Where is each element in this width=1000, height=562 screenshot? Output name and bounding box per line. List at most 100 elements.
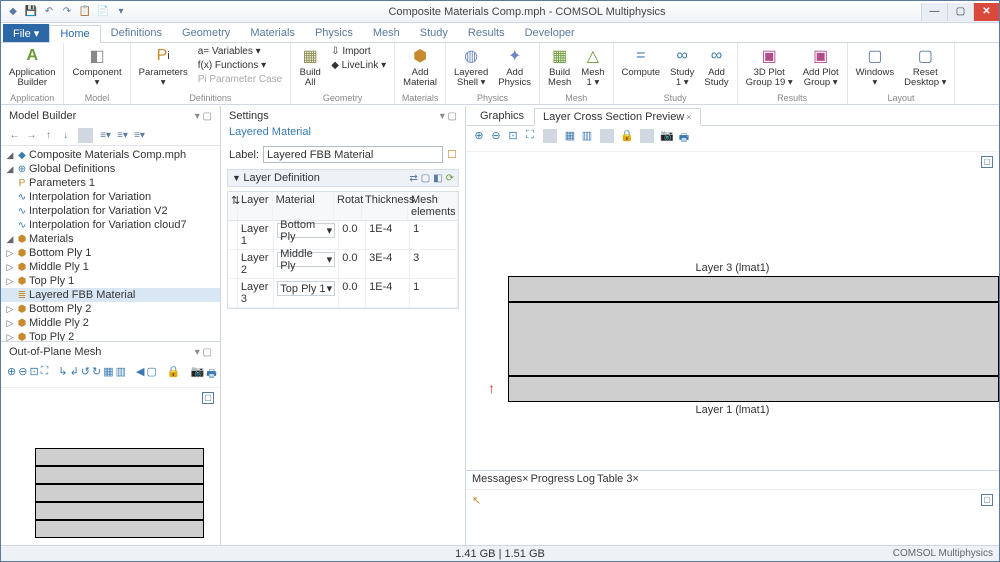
grid-icon[interactable]: ▦: [563, 129, 577, 148]
close-tab-icon[interactable]: ×: [686, 112, 691, 122]
tab-home[interactable]: Home: [49, 25, 100, 43]
parameters-button[interactable]: PiParameters ▾: [137, 45, 190, 88]
tab-materials[interactable]: Materials: [240, 24, 305, 42]
print-icon[interactable]: 🖶: [677, 129, 691, 148]
tree-mat-5[interactable]: ▷⬢Middle Ply 2: [1, 316, 220, 330]
model-tree[interactable]: ◢◆Composite Materials Comp.mph ◢⊕Global …: [1, 146, 220, 341]
tree-materials[interactable]: ◢⬢Materials: [1, 232, 220, 246]
zoom-in-icon[interactable]: ⊕: [7, 365, 16, 384]
undo-icon[interactable]: ↶: [41, 4, 57, 20]
table-row[interactable]: Layer 3 Top Ply 1▾ 0.0 1E-4 1: [228, 279, 458, 308]
reset-desktop-button[interactable]: ▢Reset Desktop ▾: [902, 45, 948, 88]
oop-menu-icon[interactable]: ▾ ▢: [195, 347, 212, 358]
expand-icon[interactable]: ≡▾: [98, 128, 113, 143]
tab-progress[interactable]: Progress: [531, 473, 575, 489]
material-dropdown[interactable]: Top Ply 1▾: [277, 281, 335, 296]
detach-icon[interactable]: ▢: [202, 392, 214, 404]
tree-intv7[interactable]: ∿Interpolation for Variation cloud7: [1, 218, 220, 232]
move-up-icon[interactable]: ⇄: [409, 173, 417, 184]
tab-mesh[interactable]: Mesh: [363, 24, 410, 42]
rotate-ccw-icon[interactable]: ↺: [81, 365, 90, 384]
add-study-button[interactable]: ∞Add Study: [702, 45, 730, 88]
application-builder-button[interactable]: AApplication Builder: [7, 45, 57, 88]
rotate-cw-icon[interactable]: ↻: [92, 365, 101, 384]
close-tab-icon[interactable]: ×: [522, 473, 528, 485]
tree-mat-1[interactable]: ▷⬢Middle Ply 1: [1, 260, 220, 274]
tree-mat-4[interactable]: ▷⬢Bottom Ply 2: [1, 302, 220, 316]
tree-intv[interactable]: ∿Interpolation for Variation: [1, 190, 220, 204]
filter-icon[interactable]: ≡▾: [132, 128, 147, 143]
select-icon[interactable]: ▢: [147, 365, 157, 384]
sound-icon[interactable]: ◀: [136, 365, 144, 384]
save-icon[interactable]: 💾: [23, 4, 39, 20]
table-row[interactable]: Layer 2 Middle Ply▾ 0.0 3E-4 3: [228, 250, 458, 279]
print-icon[interactable]: 🖶: [206, 365, 216, 384]
windows-button[interactable]: ▢Windows ▾: [854, 45, 897, 88]
tree-mat-6[interactable]: ▷⬢Top Ply 2: [1, 330, 220, 341]
livelink-button[interactable]: ◆ LiveLink ▾: [329, 59, 388, 72]
detach-icon[interactable]: ▢: [981, 156, 993, 168]
layer-preview-canvas[interactable]: ▢ Layer 3 (lmat1) Layer 1 (lmat1) ↑: [466, 152, 999, 470]
view-yz-icon[interactable]: ↲: [70, 365, 79, 384]
lock-icon[interactable]: 🔒: [620, 129, 634, 148]
minimize-button[interactable]: —: [921, 3, 947, 21]
tab-messages[interactable]: Messages×: [472, 473, 529, 489]
tab-physics[interactable]: Physics: [305, 24, 363, 42]
tree-globals[interactable]: ◢⊕Global Definitions: [1, 162, 220, 176]
lock-icon[interactable]: 🔒: [167, 365, 181, 384]
file-menu[interactable]: File ▾: [3, 24, 49, 42]
settings-menu-icon[interactable]: ▾ ▢: [440, 111, 457, 122]
tab-definitions[interactable]: Definitions: [101, 24, 172, 42]
zoom-rect-icon[interactable]: ⊡: [506, 129, 520, 148]
redo-icon[interactable]: ↷: [59, 4, 75, 20]
detach-icon[interactable]: ▢: [981, 494, 993, 506]
mesh1-button[interactable]: △Mesh 1 ▾: [579, 45, 606, 88]
axes-icon[interactable]: ▥: [116, 365, 126, 384]
grid-icon[interactable]: ▦: [103, 365, 113, 384]
panel-menu-icon[interactable]: ▾ ▢: [195, 111, 212, 122]
parameter-case-button[interactable]: Pi Parameter Case: [196, 73, 284, 86]
build-mesh-button[interactable]: ▦Build Mesh: [546, 45, 573, 88]
tree-mat-3[interactable]: ≣Layered FBB Material: [1, 288, 220, 302]
copy-icon[interactable]: 📋: [77, 4, 93, 20]
tab-log[interactable]: Log: [577, 473, 595, 489]
material-dropdown[interactable]: Bottom Ply▾: [277, 223, 335, 238]
close-tab-icon[interactable]: ×: [632, 473, 638, 485]
zoom-out-icon[interactable]: ⊖: [18, 365, 27, 384]
nav-fwd-icon[interactable]: →: [24, 128, 39, 143]
qat-more-icon[interactable]: ▾: [113, 4, 129, 20]
tree-root[interactable]: ◢◆Composite Materials Comp.mph: [1, 148, 220, 162]
tree-params1[interactable]: PParameters 1: [1, 176, 220, 190]
zoom-in-icon[interactable]: ⊕: [472, 129, 486, 148]
nav-up-icon[interactable]: ↑: [41, 128, 56, 143]
tab-developer[interactable]: Developer: [515, 24, 585, 42]
maximize-button[interactable]: ▢: [947, 3, 973, 21]
study1-button[interactable]: ∞Study 1 ▾: [668, 45, 696, 88]
view-xy-icon[interactable]: ↳: [58, 365, 67, 384]
tab-layer-preview[interactable]: Layer Cross Section Preview×: [534, 108, 701, 126]
label-tag-icon[interactable]: ☐: [447, 148, 457, 161]
compute-button[interactable]: =Compute: [620, 45, 663, 78]
tab-graphics[interactable]: Graphics: [472, 108, 532, 125]
component-button[interactable]: ◧Component ▾: [70, 45, 123, 88]
close-button[interactable]: ✕: [973, 3, 999, 21]
add-plot-button[interactable]: ▣Add Plot Group ▾: [801, 45, 841, 88]
collapse-icon[interactable]: ≡▾: [115, 128, 130, 143]
tab-geometry[interactable]: Geometry: [172, 24, 240, 42]
paste-icon[interactable]: 📄: [95, 4, 111, 20]
layered-shell-button[interactable]: ◍Layered Shell ▾: [452, 45, 490, 88]
nav-back-icon[interactable]: ←: [7, 128, 22, 143]
material-dropdown[interactable]: Middle Ply▾: [277, 252, 335, 267]
tree-mat-2[interactable]: ▷⬢Top Ply 1: [1, 274, 220, 288]
add-layer-icon[interactable]: ▢: [421, 173, 430, 184]
add-physics-button[interactable]: ✦Add Physics: [496, 45, 533, 88]
camera-icon[interactable]: 📷: [191, 365, 205, 384]
add-material-button[interactable]: ⬢Add Material: [401, 45, 439, 88]
preview-icon[interactable]: ◧: [433, 173, 442, 184]
nav-down-icon[interactable]: ↓: [58, 128, 73, 143]
import-button[interactable]: ⇩ Import: [329, 45, 388, 58]
camera-icon[interactable]: 📷: [660, 129, 674, 148]
3d-plot-button[interactable]: ▣3D Plot Group 19 ▾: [744, 45, 795, 88]
zoom-out-icon[interactable]: ⊖: [489, 129, 503, 148]
tree-mat-0[interactable]: ▷⬢Bottom Ply 1: [1, 246, 220, 260]
